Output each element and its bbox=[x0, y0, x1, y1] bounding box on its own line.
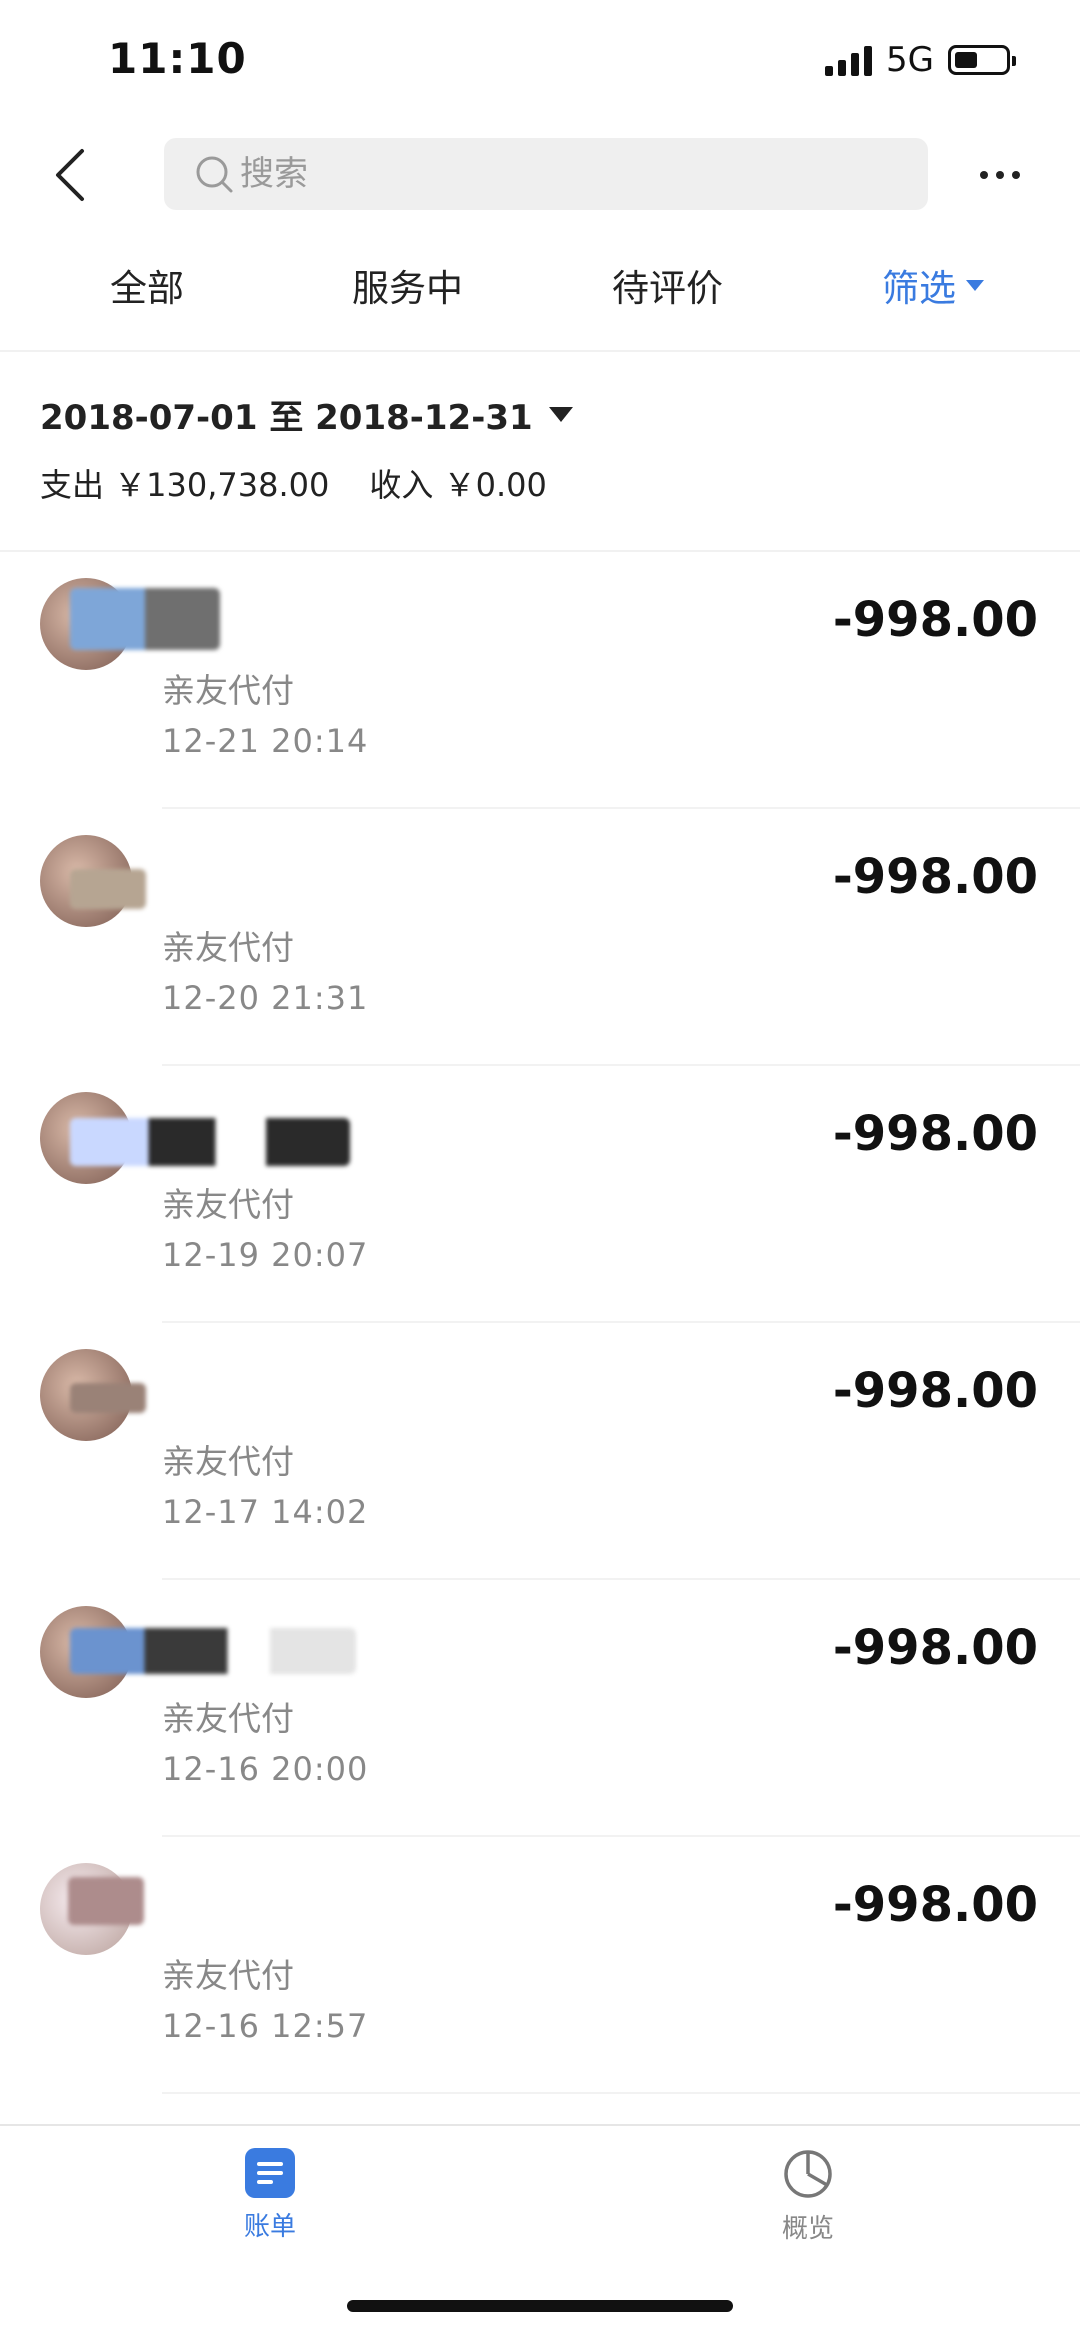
redacted-name bbox=[70, 869, 146, 909]
transaction-amount: -998.00 bbox=[832, 592, 1038, 648]
battery-icon bbox=[948, 45, 1016, 75]
search-icon bbox=[196, 156, 233, 193]
caret-down-icon bbox=[966, 279, 984, 291]
transaction-time: 12-21 20:14 bbox=[162, 722, 369, 760]
header bbox=[0, 130, 1080, 220]
transaction-type: 亲友代付 bbox=[162, 1956, 294, 1995]
redacted-name bbox=[70, 1628, 356, 1674]
network-label: 5G bbox=[886, 40, 934, 80]
redacted-name bbox=[70, 1383, 146, 1413]
tab-filter-label: 筛选 bbox=[882, 267, 956, 310]
status-bar: 11:10 5G bbox=[0, 0, 1080, 120]
transaction-amount: -998.00 bbox=[832, 1620, 1038, 1676]
transaction-type: 亲友代付 bbox=[162, 1185, 294, 1224]
transaction-list: 亲友代付 12-21 20:14 -998.00 亲友代付 12-20 21:3… bbox=[0, 552, 1080, 2094]
bill-icon bbox=[245, 2148, 295, 2198]
nav-bill-label: 账单 bbox=[243, 2212, 296, 2242]
dot-icon bbox=[980, 171, 988, 179]
divider bbox=[0, 350, 1080, 352]
transaction-time: 12-16 20:00 bbox=[162, 1750, 369, 1788]
search-input[interactable] bbox=[240, 154, 840, 194]
redacted-name bbox=[70, 588, 220, 650]
transaction-type: 亲友代付 bbox=[162, 1442, 294, 1481]
transaction-row[interactable]: 亲友代付 12-20 21:31 -998.00 bbox=[0, 809, 1080, 1066]
transaction-amount: -998.00 bbox=[832, 1877, 1038, 1933]
dot-icon bbox=[996, 171, 1004, 179]
transaction-amount: -998.00 bbox=[832, 849, 1038, 905]
transaction-row[interactable]: 亲友代付 12-17 14:02 -998.00 bbox=[0, 1323, 1080, 1580]
income-total: 收入 ￥0.00 bbox=[369, 466, 547, 504]
transaction-time: 12-17 14:02 bbox=[162, 1493, 369, 1531]
expense-total: 支出 ￥130,738.00 bbox=[40, 466, 330, 504]
tab-to-review[interactable]: 待评价 bbox=[612, 258, 723, 312]
date-range-selector[interactable]: 2018-07-01 至 2018-12-31 bbox=[40, 390, 573, 439]
pie-chart-icon bbox=[784, 2150, 832, 2198]
date-range-label: 2018-07-01 至 2018-12-31 bbox=[40, 398, 533, 438]
transaction-time: 12-16 12:57 bbox=[162, 2007, 369, 2045]
transaction-row[interactable]: 亲友代付 12-16 20:00 -998.00 bbox=[0, 1580, 1080, 1837]
transaction-time: 12-20 21:31 bbox=[162, 979, 369, 1017]
nav-bill[interactable]: 账单 bbox=[190, 2148, 350, 2243]
totals: 支出 ￥130,738.00 收入 ￥0.00 bbox=[40, 460, 547, 506]
nav-overview[interactable]: 概览 bbox=[728, 2148, 888, 2245]
dot-icon bbox=[1012, 171, 1020, 179]
transaction-type: 亲友代付 bbox=[162, 671, 294, 710]
caret-down-icon bbox=[548, 407, 573, 422]
search-box[interactable] bbox=[164, 138, 928, 210]
more-button[interactable] bbox=[970, 150, 1030, 200]
bill-summary: 2018-07-01 至 2018-12-31 支出 ￥130,738.00 收… bbox=[0, 390, 1080, 550]
transaction-amount: -998.00 bbox=[832, 1106, 1038, 1162]
tab-all[interactable]: 全部 bbox=[110, 258, 184, 312]
transaction-time: 12-19 20:07 bbox=[162, 1236, 369, 1274]
tab-in-service[interactable]: 服务中 bbox=[352, 258, 463, 312]
redacted-name bbox=[68, 1877, 144, 1925]
bottom-nav: 账单 概览 bbox=[0, 2124, 1080, 2337]
chevron-left-icon bbox=[56, 149, 84, 201]
status-indicators: 5G bbox=[825, 40, 1016, 80]
back-button[interactable] bbox=[40, 140, 100, 210]
transaction-row[interactable]: 亲友代付 12-21 20:14 -998.00 bbox=[0, 552, 1080, 809]
transaction-type: 亲友代付 bbox=[162, 1699, 294, 1738]
transaction-row[interactable]: 亲友代付 12-16 12:57 -998.00 bbox=[0, 1837, 1080, 2094]
tab-filter[interactable]: 筛选 bbox=[882, 258, 984, 312]
status-time: 11:10 bbox=[108, 34, 247, 83]
transaction-amount: -998.00 bbox=[832, 1363, 1038, 1419]
transaction-row[interactable]: 亲友代付 12-19 20:07 -998.00 bbox=[0, 1066, 1080, 1323]
home-indicator[interactable] bbox=[347, 2300, 733, 2312]
nav-overview-label: 概览 bbox=[781, 2214, 834, 2244]
row-divider bbox=[162, 2092, 1080, 2094]
transaction-type: 亲友代付 bbox=[162, 928, 294, 967]
redacted-name bbox=[70, 1118, 350, 1166]
signal-icon bbox=[825, 44, 873, 76]
filter-tabs: 全部 服务中 待评价 筛选 bbox=[0, 250, 1080, 330]
